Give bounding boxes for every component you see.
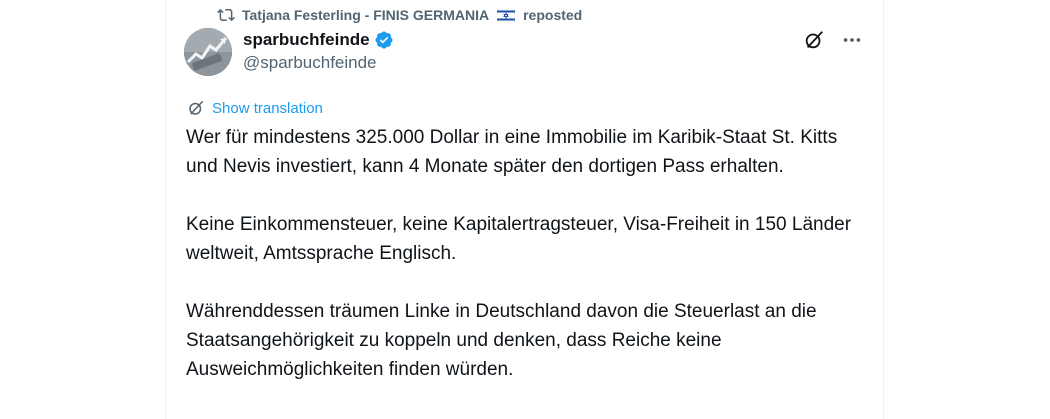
post-paragraph: Keine Einkommensteuer, keine Kapitalertr… [186, 214, 852, 264]
display-name[interactable]: sparbuchfeinde [243, 30, 370, 50]
post-column: Tatjana Festerling - FINIS GERMANIA repo… [165, 0, 884, 419]
israel-flag-icon [496, 8, 516, 22]
author-block: sparbuchfeinde @sparbuchfeinde [243, 29, 394, 73]
repost-icon [216, 6, 236, 24]
repost-label: reposted [523, 7, 583, 23]
post-paragraph: Währenddessen träumen Linke in Deutschla… [186, 301, 817, 380]
more-options-icon[interactable] [841, 29, 863, 51]
grok-translate-icon [186, 98, 206, 118]
show-translation-link[interactable]: Show translation [186, 98, 323, 118]
post-text: Wer für mindestens 325.000 Dollar in ein… [186, 123, 866, 384]
post-actions-top [803, 29, 863, 51]
handle[interactable]: @sparbuchfeinde [243, 53, 394, 73]
verified-badge-icon[interactable] [374, 30, 394, 50]
repost-user[interactable]: Tatjana Festerling - FINIS GERMANIA [242, 7, 489, 23]
post-paragraph: Wer für mindestens 325.000 Dollar in ein… [186, 127, 838, 177]
grok-icon[interactable] [803, 29, 825, 51]
repost-header[interactable]: Tatjana Festerling - FINIS GERMANIA repo… [216, 5, 582, 25]
show-translation-label[interactable]: Show translation [212, 100, 323, 117]
avatar[interactable] [184, 28, 232, 76]
